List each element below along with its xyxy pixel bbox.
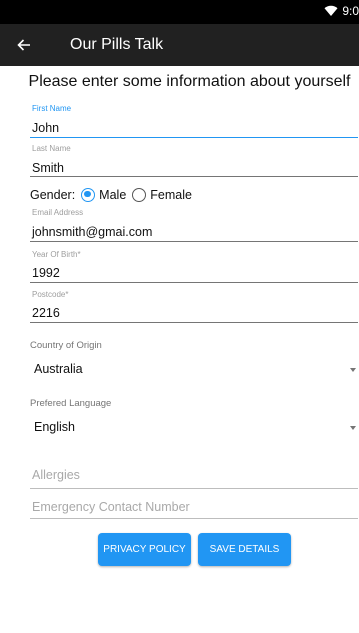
year-of-birth-field[interactable]: Year Of Birth* 1992 <box>30 248 358 284</box>
female-option-label[interactable]: Female <box>150 188 192 202</box>
year-of-birth-underline <box>30 282 358 283</box>
country-dropdown[interactable]: Australia <box>30 360 358 382</box>
last-name-label: Last Name <box>32 144 71 153</box>
page-heading: Please enter some information about your… <box>28 73 351 90</box>
language-selected-value: English <box>34 420 75 434</box>
male-radio[interactable] <box>81 188 96 202</box>
allergies-underline <box>30 488 358 489</box>
first-name-underline <box>30 137 358 138</box>
save-details-button[interactable]: SAVE DETAILS <box>198 533 291 566</box>
last-name-field[interactable]: Last Name Smith <box>30 142 358 178</box>
language-dropdown[interactable]: English <box>30 418 358 440</box>
postcode-underline <box>30 322 358 323</box>
status-icons: 9:0 <box>324 4 359 18</box>
app-title: Our Pills Talk <box>70 36 164 53</box>
back-arrow-icon[interactable] <box>6 24 42 66</box>
first-name-label: First Name <box>32 104 72 113</box>
privacy-policy-button[interactable]: PRIVACY POLICY <box>98 533 191 566</box>
country-label: Country of Origin <box>30 340 102 351</box>
language-label: Prefered Language <box>30 398 112 409</box>
dropdown-arrow-icon <box>350 426 356 430</box>
year-of-birth-label: Year Of Birth* <box>32 250 81 259</box>
dropdown-arrow-icon <box>350 368 356 372</box>
email-field[interactable]: Email Address johnsmith@gmai.com <box>30 206 358 242</box>
male-option-label[interactable]: Male <box>99 188 126 202</box>
last-name-underline <box>30 176 358 177</box>
emergency-contact-underline <box>30 518 358 519</box>
postcode-label: Postcode* <box>32 290 69 299</box>
emergency-contact-placeholder: Emergency Contact Number <box>32 500 190 514</box>
email-label: Email Address <box>32 208 84 217</box>
year-of-birth-value: 1992 <box>32 266 60 280</box>
female-radio[interactable] <box>132 188 147 202</box>
postcode-value: 2216 <box>32 306 60 320</box>
postcode-field[interactable]: Postcode* 2216 <box>30 288 358 324</box>
gender-label: Gender: <box>30 188 76 202</box>
email-value: johnsmith@gmai.com <box>32 225 153 239</box>
country-selected-value: Australia <box>34 362 83 376</box>
wifi-icon <box>324 5 338 17</box>
allergies-field[interactable]: Allergies <box>30 460 358 490</box>
last-name-value: Smith <box>32 161 64 175</box>
gender-radio-group: Gender: Male Female <box>30 185 192 205</box>
status-bar: 9:0 <box>0 0 359 24</box>
allergies-placeholder: Allergies <box>32 468 80 482</box>
first-name-value: John <box>32 121 60 135</box>
first-name-field[interactable]: First Name John <box>30 102 358 138</box>
app-bar: Our Pills Talk <box>0 24 359 66</box>
emergency-contact-field[interactable]: Emergency Contact Number <box>30 492 358 522</box>
email-underline <box>30 241 358 242</box>
status-time: 9:0 <box>342 4 359 18</box>
